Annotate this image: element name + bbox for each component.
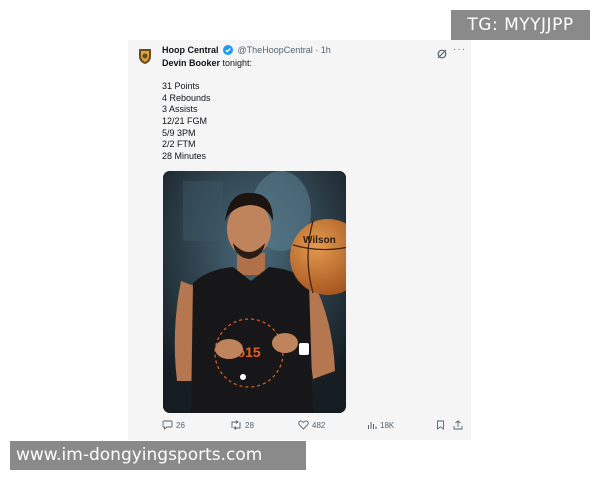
share-button[interactable] bbox=[453, 420, 463, 430]
grok-icon[interactable] bbox=[437, 46, 447, 64]
display-name[interactable]: Hoop Central bbox=[162, 45, 219, 55]
repost-count: 28 bbox=[245, 420, 254, 430]
more-options-icon[interactable]: ··· bbox=[453, 44, 466, 55]
stat-line: 2/2 FTM bbox=[162, 139, 196, 150]
tweet-actions: 26 28 482 18K bbox=[162, 420, 463, 434]
view-count: 18K bbox=[380, 420, 395, 430]
stat-line: 5/9 3PM bbox=[162, 127, 196, 138]
repost-icon bbox=[231, 420, 241, 430]
stat-line: 4 Rebounds bbox=[162, 92, 211, 103]
stat-line: 31 Points bbox=[162, 81, 200, 92]
bookmark-icon bbox=[437, 420, 444, 430]
verified-badge-icon bbox=[223, 45, 234, 57]
like-count: 482 bbox=[312, 420, 326, 430]
handle[interactable]: @TheHoopCentral bbox=[238, 45, 313, 55]
repost-button[interactable]: 28 bbox=[230, 420, 254, 430]
watermark-top: TG: MYYJJPP bbox=[451, 10, 590, 40]
tweet-text-intro: tonight: bbox=[220, 58, 253, 68]
watermark-bottom: www.im-dongyingsports.com bbox=[10, 441, 306, 470]
stat-line: 12/21 FGM bbox=[162, 115, 208, 126]
stat-line: 28 Minutes bbox=[162, 150, 207, 161]
share-icon bbox=[453, 420, 463, 430]
tweet-card[interactable]: Hoop Central @TheHoopCentral · 1h ··· De… bbox=[128, 40, 471, 440]
avatar[interactable] bbox=[138, 47, 152, 65]
mention[interactable]: Devin Booker bbox=[162, 58, 220, 68]
stat-list: 31 Points 4 Rebounds 3 Assists 12/21 FGM… bbox=[162, 81, 252, 162]
like-button[interactable]: 482 bbox=[298, 420, 325, 430]
bookmark-button[interactable] bbox=[436, 420, 445, 430]
views-chart-icon bbox=[368, 422, 377, 429]
timestamp[interactable]: 1h bbox=[321, 45, 331, 55]
reply-icon bbox=[162, 420, 173, 430]
stat-line: 3 Assists bbox=[162, 104, 198, 115]
tweet-text: Devin Booker tonight: 31 Points 4 Reboun… bbox=[162, 58, 252, 162]
tweet-header: Hoop Central @TheHoopCentral · 1h bbox=[162, 45, 331, 57]
ball-brand-label: Wilson bbox=[303, 235, 336, 246]
tweet-photo[interactable]: ᴐ15 Wilson bbox=[163, 171, 346, 413]
reply-count: 26 bbox=[176, 420, 185, 430]
reply-button[interactable]: 26 bbox=[162, 420, 185, 430]
views-button[interactable]: 18K bbox=[367, 420, 394, 430]
heart-icon bbox=[298, 420, 309, 430]
time-separator: · bbox=[315, 45, 319, 55]
